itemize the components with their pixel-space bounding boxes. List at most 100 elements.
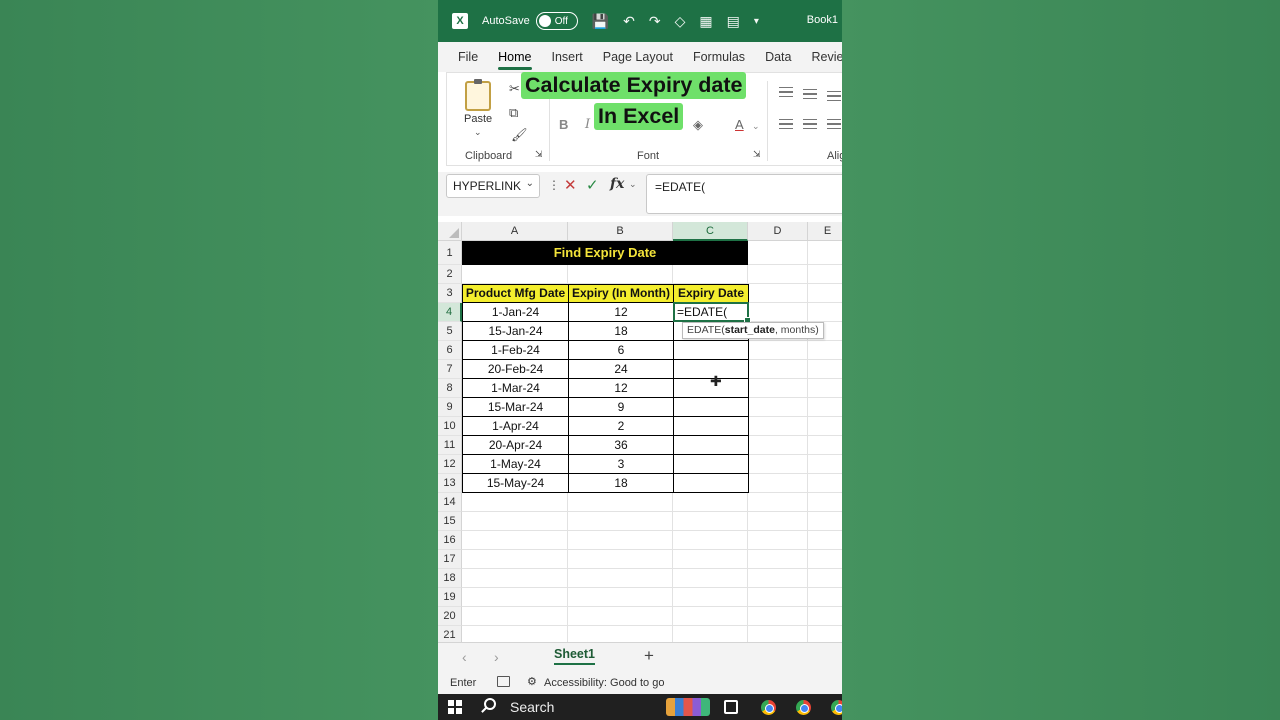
expiry-months-cell[interactable]: 36: [568, 436, 673, 455]
expiry-months-cell[interactable]: 2: [568, 417, 673, 436]
font-color-icon[interactable]: A: [735, 117, 744, 132]
mfg-date-cell[interactable]: 15-Mar-24: [462, 398, 568, 417]
column-header-a[interactable]: A: [462, 222, 568, 241]
column-header-e[interactable]: E: [808, 222, 842, 241]
row-header-9[interactable]: 9: [438, 398, 462, 417]
tab-data[interactable]: Data: [765, 50, 791, 64]
chevron-down-icon[interactable]: ⌄: [752, 121, 760, 132]
copy-icon[interactable]: ⧉: [509, 105, 518, 121]
scissors-icon[interactable]: ✂: [509, 81, 520, 97]
row-header-13[interactable]: 13: [438, 474, 462, 493]
more-options-icon[interactable]: ⋮: [548, 178, 560, 192]
format-painter-icon[interactable]: 🖌: [511, 127, 528, 143]
expiry-date-cell[interactable]: [673, 455, 749, 474]
table-header-cell[interactable]: Expiry (In Month): [568, 284, 674, 303]
customize-toolbar-icon[interactable]: ▾: [754, 16, 759, 27]
sheet-tab-sheet1[interactable]: Sheet1: [554, 647, 595, 665]
function-tooltip[interactable]: EDATE(start_date, months): [682, 322, 824, 339]
tab-formulas[interactable]: Formulas: [693, 50, 745, 64]
row-header-11[interactable]: 11: [438, 436, 462, 455]
undo-icon[interactable]: ↶: [623, 13, 635, 30]
mfg-date-cell[interactable]: 1-Apr-24: [462, 417, 568, 436]
row-header-18[interactable]: 18: [438, 569, 462, 588]
shape-icon[interactable]: ◇: [675, 13, 686, 30]
row-header-20[interactable]: 20: [438, 607, 462, 626]
table-title-cell[interactable]: Find Expiry Date: [462, 241, 748, 265]
mfg-date-cell[interactable]: 20-Feb-24: [462, 360, 568, 379]
spreadsheet-grid[interactable]: A B C D E 1 2 3 4 5 6 7 8 9 10 11 12 13 14 15 16 17 18 19 20 21 Fi…: [438, 222, 842, 645]
select-all-corner[interactable]: [438, 222, 462, 241]
redo-icon[interactable]: ↷: [649, 13, 661, 30]
expiry-months-cell[interactable]: 18: [568, 474, 673, 493]
accessibility-status[interactable]: Accessibility: Good to go: [544, 677, 664, 689]
formula-input[interactable]: =EDATE(: [646, 174, 842, 214]
chrome-icon[interactable]: [831, 700, 842, 715]
expiry-months-cell[interactable]: 24: [568, 360, 673, 379]
chevron-left-icon[interactable]: ‹: [462, 649, 467, 665]
chrome-icon[interactable]: [796, 700, 811, 715]
mfg-date-cell[interactable]: 1-Feb-24: [462, 341, 568, 360]
align-right-icon[interactable]: [827, 119, 841, 129]
chrome-icon[interactable]: [761, 700, 776, 715]
search-icon[interactable]: [484, 698, 496, 710]
column-header-c[interactable]: C: [673, 222, 748, 241]
column-header-b[interactable]: B: [568, 222, 673, 241]
windows-start-icon[interactable]: [448, 700, 462, 714]
italic-icon[interactable]: I: [585, 117, 590, 132]
mfg-date-cell[interactable]: 20-Apr-24: [462, 436, 568, 455]
paint-brushes-icon[interactable]: [666, 698, 710, 716]
accessibility-icon[interactable]: ⚙: [527, 675, 537, 688]
taskbar-search[interactable]: Search: [510, 699, 554, 715]
cancel-icon[interactable]: ✕: [564, 176, 577, 194]
tab-insert[interactable]: Insert: [552, 50, 583, 64]
row-header-6[interactable]: 6: [438, 341, 462, 360]
expiry-months-cell[interactable]: 18: [568, 322, 673, 341]
row-header-4[interactable]: 4: [438, 303, 462, 322]
expiry-date-cell[interactable]: [673, 398, 749, 417]
row-header-2[interactable]: 2: [438, 265, 462, 284]
align-left-icon[interactable]: [779, 119, 793, 129]
row-header-5[interactable]: 5: [438, 322, 462, 341]
table-icon[interactable]: ▤: [727, 13, 740, 30]
expiry-months-cell[interactable]: 12: [568, 303, 673, 322]
tooltip-arg-start-date[interactable]: start_date: [725, 324, 775, 336]
plus-icon[interactable]: +: [644, 646, 654, 666]
expiry-date-cell[interactable]: [673, 417, 749, 436]
dialog-launcher-icon[interactable]: ⇲: [753, 149, 761, 160]
autosave-toggle[interactable]: Off: [535, 12, 578, 30]
table-header-cell[interactable]: Product Mfg Date: [462, 284, 569, 303]
tab-page-layout[interactable]: Page Layout: [603, 50, 673, 64]
mfg-date-cell[interactable]: 15-Jan-24: [462, 322, 568, 341]
expiry-months-cell[interactable]: 3: [568, 455, 673, 474]
expiry-date-cell[interactable]: [673, 341, 749, 360]
chevron-down-icon[interactable]: ⌄: [474, 127, 482, 138]
table-header-cell[interactable]: Expiry Date: [673, 284, 749, 303]
row-header-1[interactable]: 1: [438, 241, 462, 265]
form-icon[interactable]: ▦: [699, 13, 712, 30]
expiry-date-cell[interactable]: [673, 436, 749, 455]
clipboard-icon[interactable]: [465, 79, 491, 111]
tab-home[interactable]: Home: [498, 50, 532, 70]
align-top-icon[interactable]: [779, 87, 793, 97]
chevron-down-icon[interactable]: ⌄: [629, 179, 637, 190]
mfg-date-cell[interactable]: 1-May-24: [462, 455, 568, 474]
expiry-months-cell[interactable]: 12: [568, 379, 673, 398]
row-header-12[interactable]: 12: [438, 455, 462, 474]
expiry-months-cell[interactable]: 9: [568, 398, 673, 417]
align-bottom-icon[interactable]: [827, 91, 841, 101]
mfg-date-cell[interactable]: 1-Jan-24: [462, 303, 568, 322]
row-header-16[interactable]: 16: [438, 531, 462, 550]
fill-color-icon[interactable]: ◈: [693, 117, 703, 133]
row-header-14[interactable]: 14: [438, 493, 462, 512]
macro-record-icon[interactable]: [497, 676, 510, 687]
align-center-icon[interactable]: [803, 119, 817, 129]
expiry-months-cell[interactable]: 6: [568, 341, 673, 360]
check-icon[interactable]: ✓: [586, 176, 599, 194]
active-cell-c4[interactable]: =EDATE(: [673, 302, 751, 324]
chevron-down-icon[interactable]: ⌄: [526, 178, 534, 189]
row-header-17[interactable]: 17: [438, 550, 462, 569]
paste-button[interactable]: Paste: [464, 113, 492, 125]
row-header-7[interactable]: 7: [438, 360, 462, 379]
row-header-10[interactable]: 10: [438, 417, 462, 436]
align-middle-icon[interactable]: [803, 89, 817, 99]
